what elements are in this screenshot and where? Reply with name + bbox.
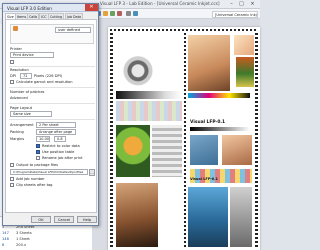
packing-label: Packing xyxy=(10,130,24,134)
gamut-checkbox[interactable] xyxy=(10,80,14,84)
packing-select[interactable]: Arrange after page xyxy=(36,129,76,135)
photo-landscape[interactable] xyxy=(190,135,218,165)
opt1-label: Restrict to color data xyxy=(42,144,80,148)
printer-select[interactable]: Print device xyxy=(10,52,54,58)
opt2-label: Use position table xyxy=(42,150,75,154)
output-checkbox[interactable] xyxy=(10,163,14,167)
minimize-icon[interactable]: – xyxy=(228,1,235,7)
output-label: Output to package files xyxy=(16,163,59,167)
path-input[interactable]: C:\ProgramData\Visual LFP\ICC\Default\pr… xyxy=(10,169,88,175)
settings-icon[interactable] xyxy=(126,11,131,16)
main-window-title: Visual LFP 3 - Lab Edition - [Universal … xyxy=(100,1,220,6)
pixels-label: Pixels (226 DPI) xyxy=(34,74,63,78)
opt4-checkbox[interactable] xyxy=(10,177,14,181)
printer-label: Printer xyxy=(10,47,22,51)
maximize-icon[interactable]: □ xyxy=(238,1,245,7)
zoom-icon[interactable] xyxy=(133,11,138,16)
label-gradient xyxy=(190,127,250,131)
photo-woman[interactable] xyxy=(116,183,158,247)
dialog-title: Visual LFP 3.0 Edition xyxy=(7,5,52,11)
ok-button[interactable]: OK xyxy=(31,216,51,223)
help-button[interactable]: Help xyxy=(77,216,97,223)
section-advanced: Advanced xyxy=(10,96,28,100)
color-ruler-left xyxy=(110,33,113,247)
divider xyxy=(9,87,95,88)
opt4-label: Add job number xyxy=(16,177,45,181)
photo-skin-tones[interactable] xyxy=(234,35,254,55)
save-icon[interactable] xyxy=(110,11,115,16)
resolution-input[interactable]: 72 xyxy=(20,73,32,79)
photo-person[interactable] xyxy=(222,135,252,165)
arrangement-label: Arrangement xyxy=(10,123,34,127)
browse-button[interactable]: … xyxy=(89,169,95,176)
print-sheet: Visual LFP-0.1 Visual LFP-0.1 xyxy=(108,27,260,250)
open-icon[interactable] xyxy=(103,11,108,16)
divider xyxy=(9,103,95,104)
resolution-label: Resolution xyxy=(10,68,29,72)
patch-block xyxy=(116,101,182,121)
preview-area: user defined xyxy=(10,24,94,44)
arrangement-select[interactable]: 2 Per sheet xyxy=(36,122,76,128)
dpi-label: DPI xyxy=(10,74,16,78)
photo-sea[interactable] xyxy=(188,187,228,247)
printer-checkbox[interactable] xyxy=(10,60,14,64)
opt2-checkbox[interactable] xyxy=(36,150,40,154)
cancel-button[interactable]: Cancel xyxy=(54,216,74,223)
margin-y-input[interactable]: 0.8 xyxy=(54,136,66,142)
divider xyxy=(9,119,95,120)
layout-select[interactable]: Same size xyxy=(10,111,52,117)
margin-label: Margins xyxy=(10,137,25,141)
opt3-checkbox[interactable] xyxy=(36,156,40,160)
dialog-body: user defined Printer Print device Resolu… xyxy=(5,19,97,213)
layout-label: Page Layout xyxy=(10,106,33,110)
sheet-label-2: Visual LFP-0.1 xyxy=(190,177,218,181)
divider xyxy=(9,66,95,67)
color-ruler-right xyxy=(255,33,258,247)
gray-swatch-strip xyxy=(116,91,182,99)
photo-watch[interactable] xyxy=(116,51,160,87)
sheet-label: Visual LFP-0.1 xyxy=(190,120,226,125)
color-ruler-center xyxy=(184,33,186,247)
close-icon[interactable]: ✕ xyxy=(85,4,98,11)
color-ruler-top xyxy=(110,29,258,31)
tab-document[interactable]: [Universal Ceramic Inkjet.ccs] xyxy=(212,11,258,18)
logo-icon xyxy=(13,26,18,31)
close-window-icon[interactable]: × xyxy=(249,1,256,7)
preset-field[interactable]: user defined xyxy=(55,27,91,33)
opt5-checkbox[interactable] xyxy=(10,183,14,187)
settings-dialog: Visual LFP 3.0 Edition ✕ Size Items Cali… xyxy=(2,3,99,226)
dialog-titlebar: Visual LFP 3.0 Edition ✕ xyxy=(3,4,98,12)
margin-x-input[interactable]: 10.00 xyxy=(36,136,50,142)
section-patches: Number of patches xyxy=(10,90,45,94)
print-icon[interactable] xyxy=(117,11,122,16)
photo-peppers[interactable] xyxy=(236,57,254,87)
photo-frog[interactable] xyxy=(116,125,150,177)
opt5-label: Clip sheets after tag xyxy=(16,183,53,187)
photo-gray[interactable] xyxy=(230,187,252,247)
photo-portrait[interactable] xyxy=(188,35,230,91)
opt3-label: Rename job after print xyxy=(42,156,83,160)
opt1-checkbox[interactable] xyxy=(36,144,40,148)
gray-ramp xyxy=(152,125,182,177)
list-item[interactable]: 8 200.x xyxy=(0,242,92,248)
cmyk-swatch-strip xyxy=(188,93,250,98)
gamut-label: Calculate gamut and resolution xyxy=(16,80,73,84)
